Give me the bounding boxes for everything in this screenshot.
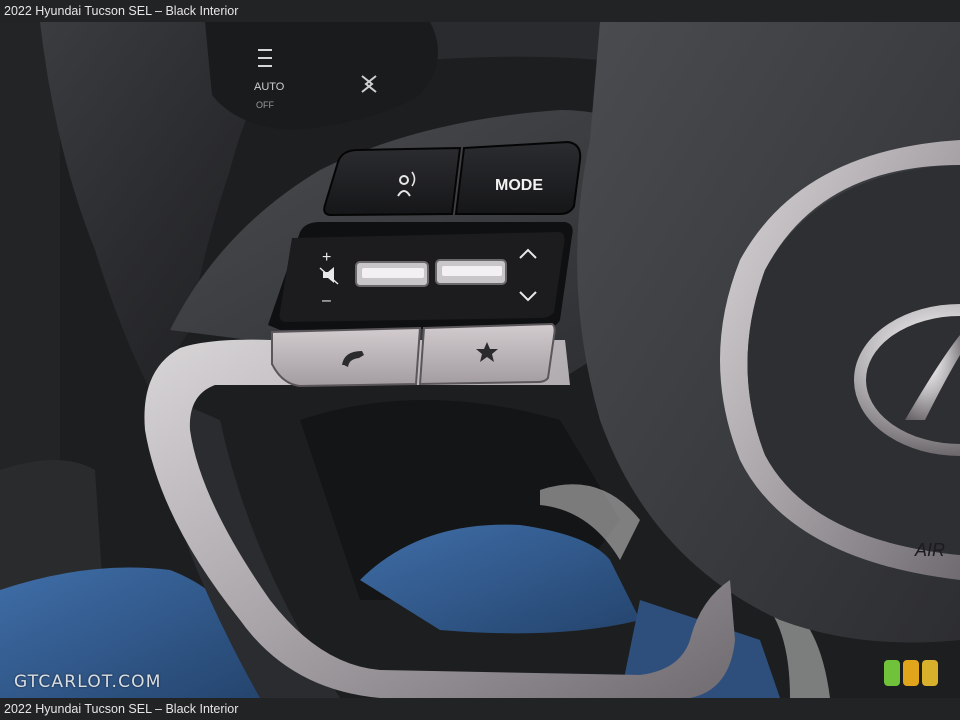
watermark-text: GTCARLOT.COM <box>14 672 162 692</box>
caption-bottom: 2022 Hyundai Tucson SEL – Black Interior <box>0 698 960 720</box>
steering-wheel-photo: AUTO OFF AIR MODE + – <box>0 22 960 698</box>
volume-minus-label: – <box>322 292 331 309</box>
rating-light-green <box>884 660 900 686</box>
rating-light-yellow <box>922 660 938 686</box>
svg-text:AIR: AIR <box>914 540 945 560</box>
volume-plus-label: + <box>322 249 331 266</box>
mode-button-label: MODE <box>495 177 543 194</box>
rating-light-amber <box>903 660 919 686</box>
rating-lights <box>884 660 938 686</box>
caption-top: 2022 Hyundai Tucson SEL – Black Interior <box>0 0 960 22</box>
voice-button[interactable] <box>323 146 462 217</box>
stalk-auto-text: AUTO <box>254 81 285 93</box>
stalk-off-text: OFF <box>256 100 274 110</box>
